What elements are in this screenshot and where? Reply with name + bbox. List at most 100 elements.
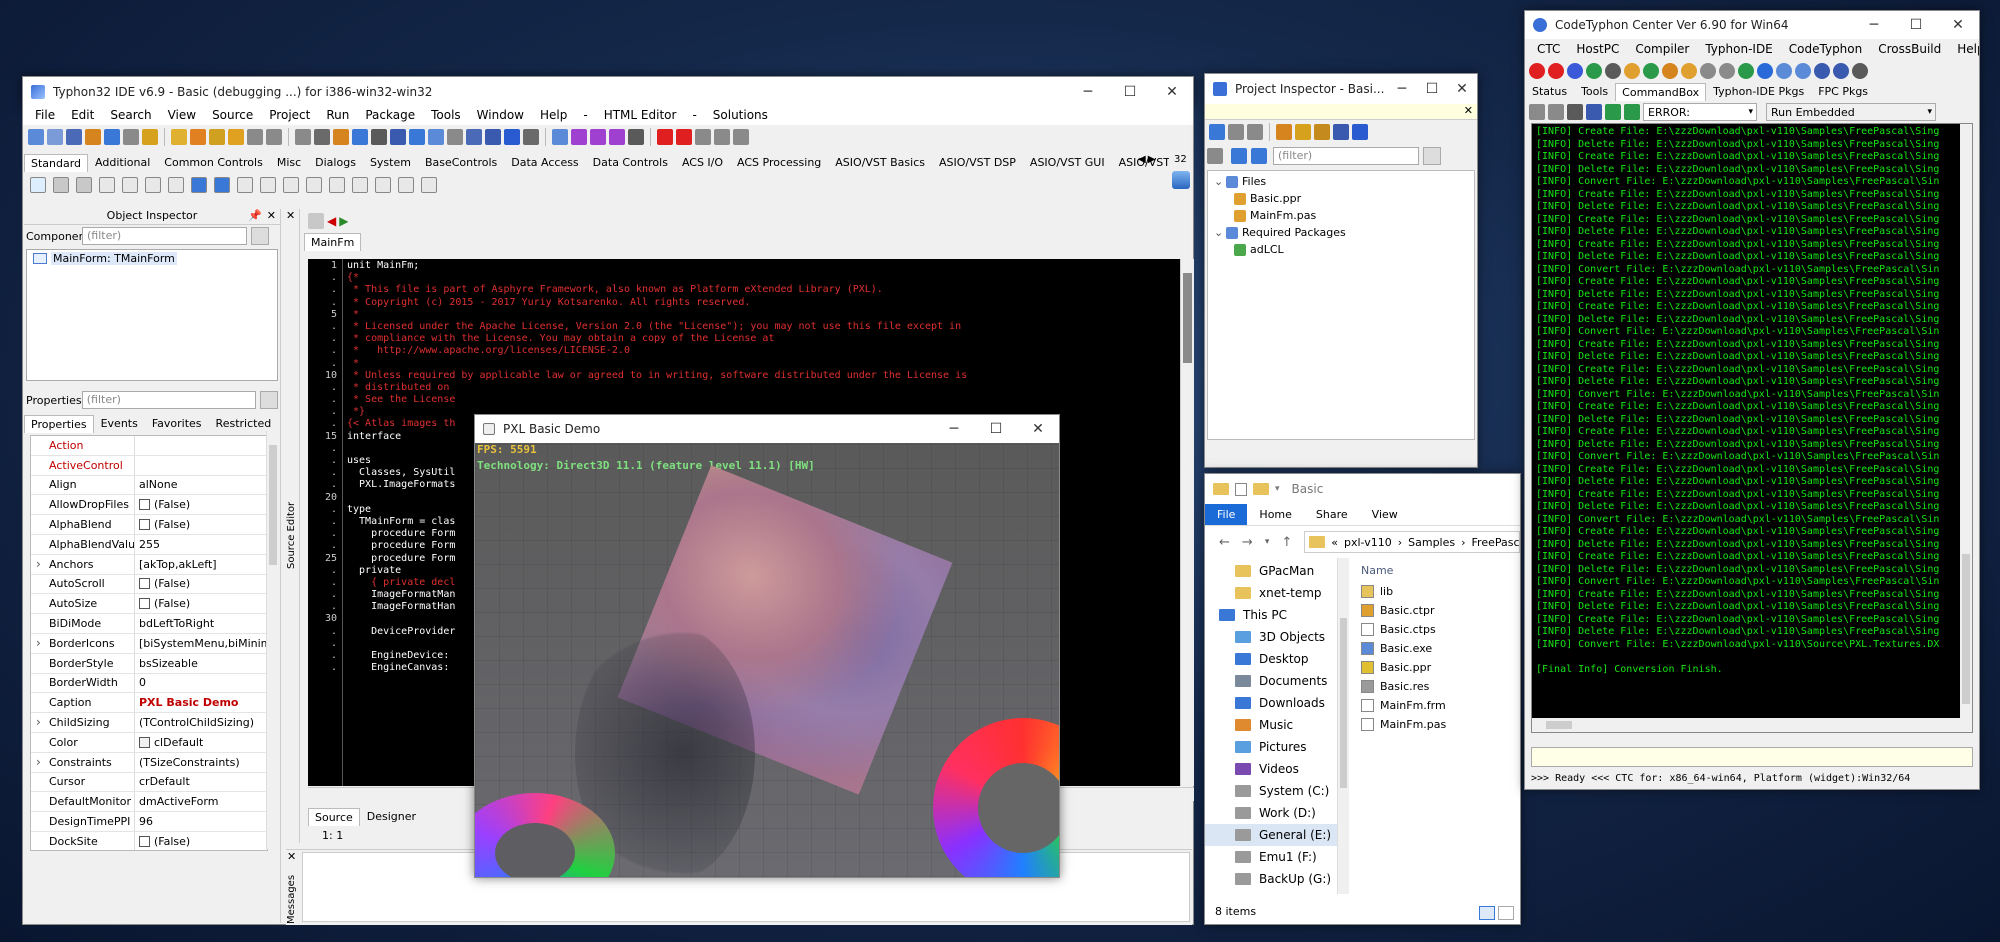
toolbar-button-icon[interactable] bbox=[228, 129, 244, 145]
toolbar-button-icon[interactable] bbox=[466, 129, 482, 145]
toolbar-button-icon[interactable] bbox=[1719, 63, 1735, 79]
menu-item[interactable]: HostPC bbox=[1568, 42, 1627, 56]
menu-item[interactable]: Help bbox=[1949, 42, 1979, 56]
minus-icon[interactable] bbox=[1247, 124, 1263, 140]
toolbar-button-icon[interactable] bbox=[247, 129, 263, 145]
property-value[interactable]: PXL Basic Demo bbox=[134, 693, 267, 713]
toolbar-button-icon[interactable] bbox=[1776, 63, 1792, 79]
breadcrumb-item[interactable]: pxl-v110 bbox=[1344, 536, 1392, 549]
toolbar-button-icon[interactable] bbox=[609, 129, 625, 145]
copy-icon[interactable] bbox=[1529, 104, 1545, 120]
toolbar-button-icon[interactable] bbox=[1586, 63, 1602, 79]
property-row[interactable]: Constraints › (TSizeConstraints) bbox=[31, 752, 267, 773]
property-row[interactable]: Color clDefault bbox=[31, 732, 267, 753]
menu-item[interactable]: Tools bbox=[423, 108, 469, 122]
menu-item[interactable]: CTC bbox=[1529, 42, 1568, 56]
property-value[interactable]: [biSystemMenu,biMinimize bbox=[134, 633, 267, 653]
toolbar-button-icon[interactable] bbox=[571, 129, 587, 145]
properties-filter[interactable]: (filter) bbox=[81, 391, 257, 409]
toolbar-button-icon[interactable] bbox=[123, 129, 139, 145]
property-value[interactable] bbox=[134, 455, 267, 475]
inspector-tab[interactable]: Favorites bbox=[145, 414, 209, 433]
property-value[interactable]: (False) bbox=[134, 515, 267, 534]
menu-item[interactable]: Compiler bbox=[1627, 42, 1697, 56]
file-row[interactable]: Basic.exe bbox=[1361, 639, 1520, 658]
property-row[interactable]: AllowDropFiles (False) bbox=[31, 495, 267, 516]
toolbar-button-icon[interactable] bbox=[1567, 63, 1583, 79]
toolbar-button-icon[interactable] bbox=[104, 129, 120, 145]
menu-item[interactable]: View bbox=[160, 108, 204, 122]
breadcrumb[interactable]: « pxl-v110 › Samples › FreePascal bbox=[1304, 531, 1520, 553]
toolbar-button-icon[interactable] bbox=[428, 129, 444, 145]
toolbar-button-icon[interactable] bbox=[628, 129, 644, 145]
toolbar-button-icon[interactable] bbox=[695, 129, 711, 145]
toolbar-button-icon[interactable] bbox=[142, 129, 158, 145]
editor-vscrollbar[interactable] bbox=[1180, 259, 1194, 786]
component-icon[interactable] bbox=[398, 177, 414, 193]
property-scrollbar[interactable] bbox=[266, 431, 278, 849]
palette-tab[interactable]: ACS I/O bbox=[675, 153, 730, 172]
property-row[interactable]: AutoScroll (False) bbox=[31, 574, 267, 595]
editor-menu-icon[interactable] bbox=[308, 213, 324, 229]
arrow-back-icon[interactable]: ◀ bbox=[327, 214, 336, 228]
refresh-icon[interactable] bbox=[1605, 104, 1621, 120]
project-filter-input[interactable]: (filter) bbox=[1273, 147, 1419, 165]
nav-item[interactable]: Emu1 (F:) bbox=[1205, 846, 1337, 868]
editor-view-tab[interactable]: Source bbox=[308, 808, 360, 826]
component-icon[interactable] bbox=[352, 177, 368, 193]
close-icon[interactable]: ✕ bbox=[286, 209, 299, 222]
component-icon[interactable] bbox=[122, 177, 138, 193]
toolbar-button-icon[interactable] bbox=[28, 129, 44, 145]
sort-alpha-icon[interactable] bbox=[1251, 148, 1267, 164]
toolbar-button-icon[interactable] bbox=[504, 129, 520, 145]
ctc-titlebar[interactable]: CodeTyphon Center Ver 6.90 for Win64 ─ ☐… bbox=[1525, 11, 1979, 39]
menu-item[interactable]: File bbox=[27, 108, 63, 122]
property-row[interactable]: Caption PXL Basic Demo bbox=[31, 693, 267, 714]
component-icon[interactable] bbox=[145, 177, 161, 193]
property-row[interactable]: AutoSize (False) bbox=[31, 594, 267, 615]
component-icon[interactable] bbox=[237, 177, 253, 193]
palette-tab[interactable]: Data Access bbox=[504, 153, 585, 172]
nav-item[interactable]: Videos bbox=[1205, 758, 1337, 780]
binoculars-icon[interactable] bbox=[1333, 124, 1349, 140]
font-icon[interactable] bbox=[1586, 104, 1602, 120]
toolbar-button-icon[interactable] bbox=[1548, 63, 1564, 79]
property-value[interactable]: 96 bbox=[134, 812, 267, 831]
paste-icon[interactable] bbox=[1548, 104, 1564, 120]
back-icon[interactable]: ← bbox=[1219, 535, 1230, 550]
toolbar-button-icon[interactable] bbox=[1700, 63, 1716, 79]
component-icon[interactable] bbox=[76, 177, 92, 193]
list-icon[interactable] bbox=[1352, 124, 1368, 140]
options-icon[interactable] bbox=[1276, 124, 1292, 140]
close-icon[interactable]: ✕ bbox=[287, 850, 296, 863]
property-value[interactable] bbox=[134, 436, 267, 455]
large-icons-view-icon[interactable] bbox=[1498, 906, 1514, 920]
pin-icon[interactable]: 📌 bbox=[248, 209, 262, 222]
expand-icon[interactable]: › bbox=[36, 558, 41, 571]
property-row[interactable]: BorderStyle bsSizeable bbox=[31, 653, 267, 674]
package-icon[interactable] bbox=[1295, 124, 1311, 140]
palette-tab[interactable]: ASIO/VST Basics bbox=[828, 153, 932, 172]
property-row[interactable]: AlphaBlend (False) bbox=[31, 515, 267, 535]
details-view-icon[interactable] bbox=[1479, 906, 1495, 920]
property-value[interactable]: bdLeftToRight bbox=[134, 614, 267, 633]
property-value[interactable]: (False) bbox=[134, 594, 267, 614]
property-value[interactable]: 255 bbox=[134, 534, 267, 554]
property-row[interactable]: ChildSizing › (TControlChildSizing) bbox=[31, 713, 267, 733]
component-icon[interactable] bbox=[168, 177, 184, 193]
toolbar-button-icon[interactable] bbox=[171, 129, 187, 145]
property-value[interactable]: (TSizeConstraints) bbox=[134, 752, 267, 772]
ribbon-tab[interactable]: Home bbox=[1247, 504, 1303, 525]
property-value[interactable]: (False) bbox=[134, 574, 267, 594]
minimize-icon[interactable]: ─ bbox=[1387, 74, 1417, 104]
property-row[interactable]: BorderIcons› [biSystemMenu,biMinimize bbox=[31, 633, 267, 654]
nav-item[interactable]: xnet-temp bbox=[1205, 582, 1337, 604]
toolbar-button-icon[interactable] bbox=[1833, 63, 1849, 79]
checkbox-icon[interactable] bbox=[139, 835, 150, 847]
tab-mainfm[interactable]: MainFm bbox=[304, 233, 362, 251]
palette-tab[interactable]: Additional bbox=[88, 153, 157, 172]
toolbar-button-icon[interactable] bbox=[552, 129, 568, 145]
toolbar-button-icon[interactable] bbox=[1757, 63, 1773, 79]
property-row[interactable]: ActiveControl bbox=[31, 455, 267, 476]
menu-item[interactable]: - bbox=[575, 108, 595, 122]
